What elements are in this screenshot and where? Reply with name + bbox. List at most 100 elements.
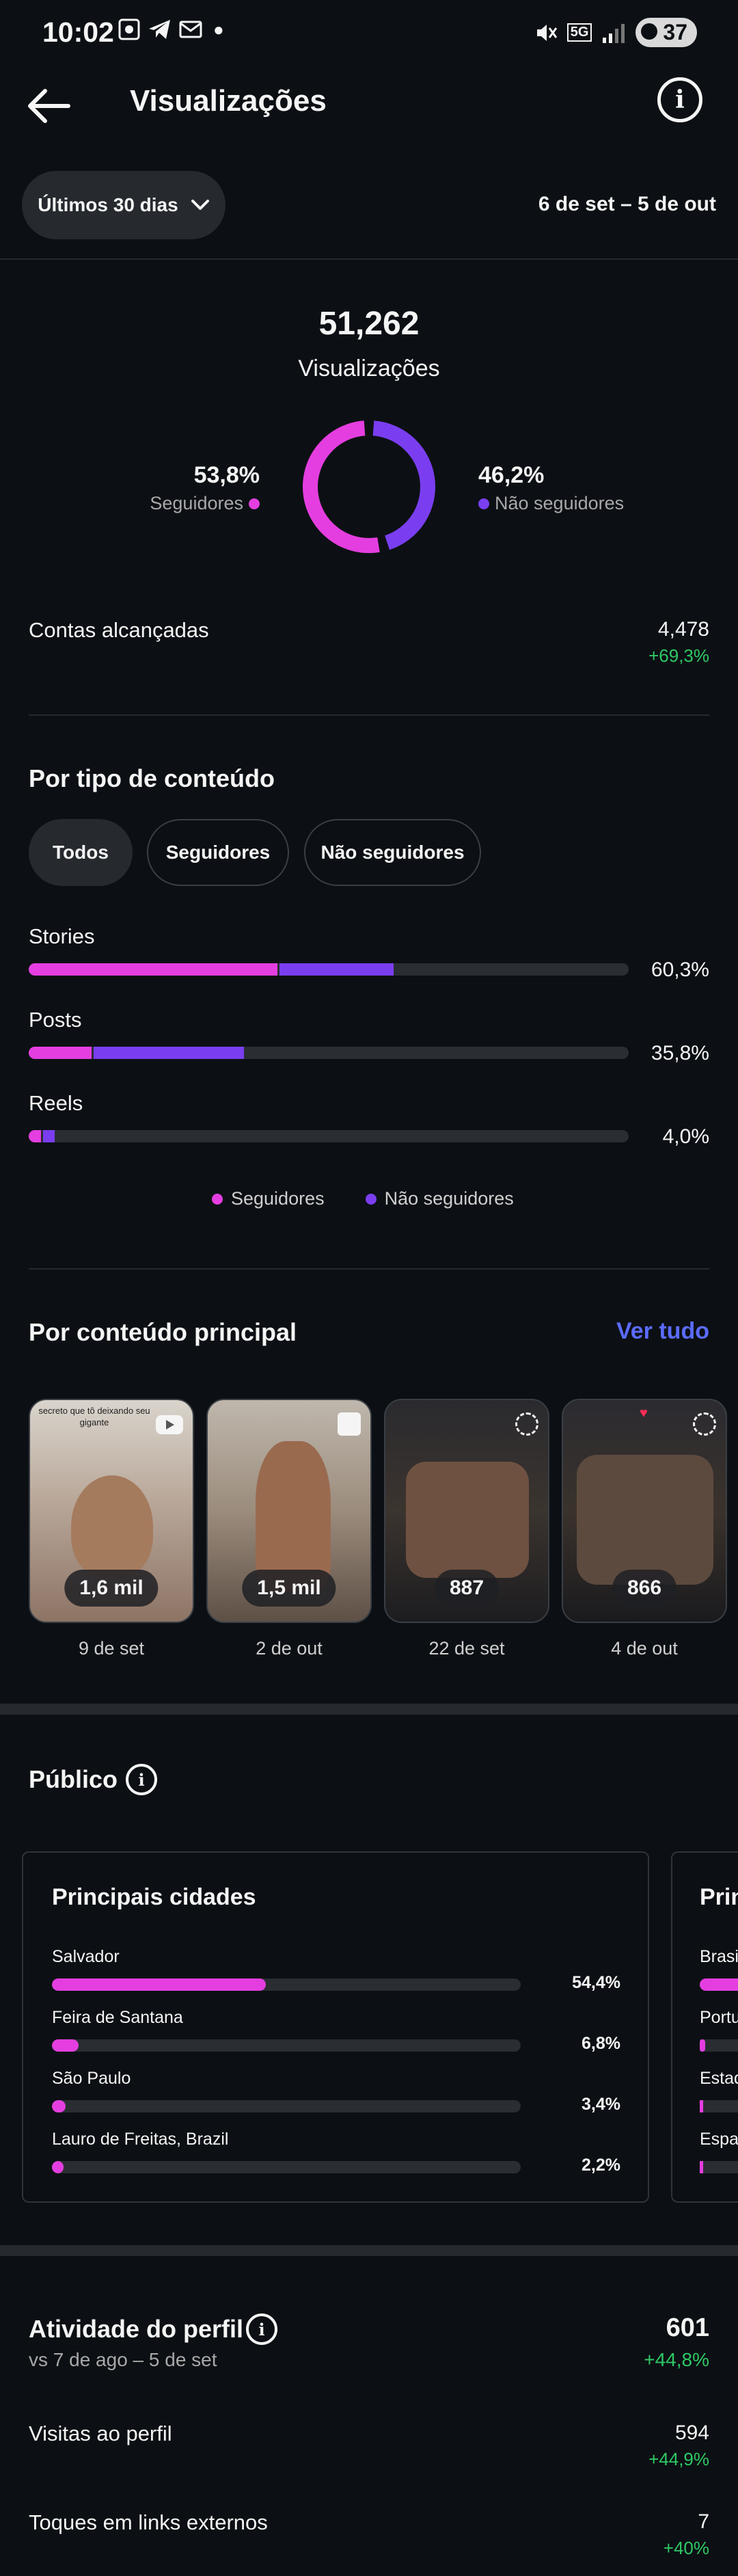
story-ring-icon (693, 1412, 716, 1436)
city-bar (52, 2161, 521, 2173)
non-followers-label: Não seguidores (495, 493, 625, 513)
top-cities-card: Principais cidades Salvador 54,4% Feira de… (22, 1851, 649, 2203)
non-followers-pct: 46,2% (478, 462, 545, 488)
legend-followers-dot (212, 1193, 223, 1205)
thumbnail-count: 887 (434, 1570, 500, 1607)
screenshot-icon (118, 18, 140, 40)
divider (29, 1268, 709, 1270)
non-followers-segment (42, 1130, 55, 1142)
content-thumbnail-2[interactable]: 1,5 mil (206, 1399, 372, 1623)
reel-icon (156, 1415, 183, 1434)
more-notifications-icon: ● (213, 18, 224, 40)
country-label: Espa (700, 2130, 738, 2149)
back-arrow-icon[interactable] (27, 87, 71, 125)
profile-visits-change: +44,9% (648, 2449, 709, 2469)
content-thumbnail-3[interactable]: 887 (384, 1399, 549, 1623)
non-followers-segment (279, 963, 394, 976)
battery-icon: 37 (636, 18, 697, 47)
city-bar (52, 2039, 521, 2052)
date-range-text: 6 de set – 5 de out (538, 193, 716, 215)
non-followers-dot (478, 498, 489, 509)
section-divider (0, 2245, 738, 2256)
city-label: São Paulo (52, 2069, 131, 2088)
followers-pct: 53,8% (193, 462, 260, 488)
followers-label: Seguidores (150, 493, 243, 513)
city-value: 2,2% (582, 2156, 620, 2175)
legend-followers-label: Seguidores (231, 1188, 325, 1209)
date-range-dropdown[interactable]: Últimos 30 dias (22, 171, 226, 239)
audience-title: Público (29, 1765, 118, 1793)
profile-activity-total: 601 (666, 2313, 709, 2342)
section-divider (0, 1704, 738, 1715)
country-bar (700, 2039, 738, 2052)
accounts-reached-change: +69,3% (648, 645, 709, 666)
accounts-reached-value: 4,478 (657, 618, 709, 641)
city-bar (52, 2100, 521, 2112)
city-bar (52, 1978, 521, 1991)
info-icon[interactable]: i (657, 77, 702, 122)
legend-non-followers-dot (365, 1193, 377, 1205)
system-icons: 5G 37 (534, 18, 697, 47)
thumbnail-date: 9 de set (78, 1638, 145, 1659)
top-countries-title: Prin (700, 1884, 738, 1910)
legend-non-followers-label: Não seguidores (384, 1188, 514, 1209)
total-views-label: Visualizações (298, 355, 440, 381)
followers-segment (29, 1047, 92, 1059)
divider (29, 714, 709, 716)
top-bar: Visualizações i (0, 72, 738, 140)
country-bar (700, 2161, 738, 2173)
thumbnail-person (71, 1475, 153, 1578)
network-label: 5G (566, 23, 592, 42)
city-bar-fill (52, 2100, 66, 2112)
content-thumbnail-1[interactable]: secreto que tô deixando seu gigante 1,6 … (29, 1399, 194, 1623)
chip-todos[interactable]: Todos (29, 819, 133, 886)
views-donut-chart (303, 420, 435, 553)
country-label: Brasi (700, 1947, 738, 1966)
heart-icon: ♥ (640, 1406, 648, 1421)
thumbnail-date: 22 de set (428, 1638, 505, 1659)
chip-seguidores[interactable]: Seguidores (147, 819, 289, 886)
audience-info-icon[interactable]: i (126, 1764, 157, 1795)
thumbnail-people (406, 1462, 529, 1578)
country-label: Portu (700, 2008, 738, 2027)
page-title: Visualizações (130, 84, 327, 118)
profile-activity-info-icon[interactable]: i (246, 2313, 277, 2345)
profile-visits-label: Visitas ao perfil (29, 2421, 172, 2445)
external-links-label: Toques em links externos (29, 2510, 268, 2534)
thumbnail-count: 1,6 mil (64, 1570, 159, 1607)
country-bar (700, 1978, 738, 1991)
content-type-value: 35,8% (651, 1042, 709, 1064)
content-type-label: Reels (29, 1091, 83, 1115)
chevron-down-icon (191, 200, 209, 210)
chip-nao-seguidores[interactable]: Não seguidores (304, 819, 481, 886)
thumbnail-person (256, 1441, 331, 1592)
city-bar-fill (52, 2039, 79, 2052)
top-cities-title: Principais cidades (52, 1884, 256, 1910)
total-views: 51,262 (318, 306, 420, 342)
city-bar-fill (52, 2161, 64, 2173)
notification-icons: ● (118, 18, 224, 41)
thumbnail-date: 4 de out (611, 1638, 678, 1659)
country-bar (700, 2100, 738, 2112)
external-links-value: 7 (698, 2510, 709, 2533)
content-type-title: Por tipo de conteúdo (29, 764, 275, 792)
status-time: 10:02 (42, 16, 114, 48)
content-type-bar (29, 1130, 629, 1142)
city-bar-fill (52, 1978, 266, 1991)
city-label: Feira de Santana (52, 2008, 183, 2027)
content-thumbnail-4[interactable]: ♥ 866 (562, 1399, 727, 1623)
profile-activity-change: +44,8% (644, 2349, 709, 2370)
status-bar: 10:02 ● 5G 37 (0, 0, 738, 65)
telegram-icon (149, 20, 170, 39)
city-value: 54,4% (572, 1973, 620, 1992)
content-type-value: 4,0% (662, 1125, 709, 1148)
profile-activity-title: Atividade do perfil (29, 2315, 244, 2343)
content-type-value: 60,3% (651, 958, 709, 981)
see-all-link[interactable]: Ver tudo (616, 1318, 709, 1345)
top-content-title: Por conteúdo principal (29, 1318, 297, 1346)
thumbnail-caption: secreto que tô deixando seu gigante (38, 1406, 150, 1427)
content-type-label: Posts (29, 1008, 82, 1032)
content-type-label: Stories (29, 924, 95, 948)
followers-dot (249, 498, 260, 509)
mute-icon (536, 24, 557, 41)
